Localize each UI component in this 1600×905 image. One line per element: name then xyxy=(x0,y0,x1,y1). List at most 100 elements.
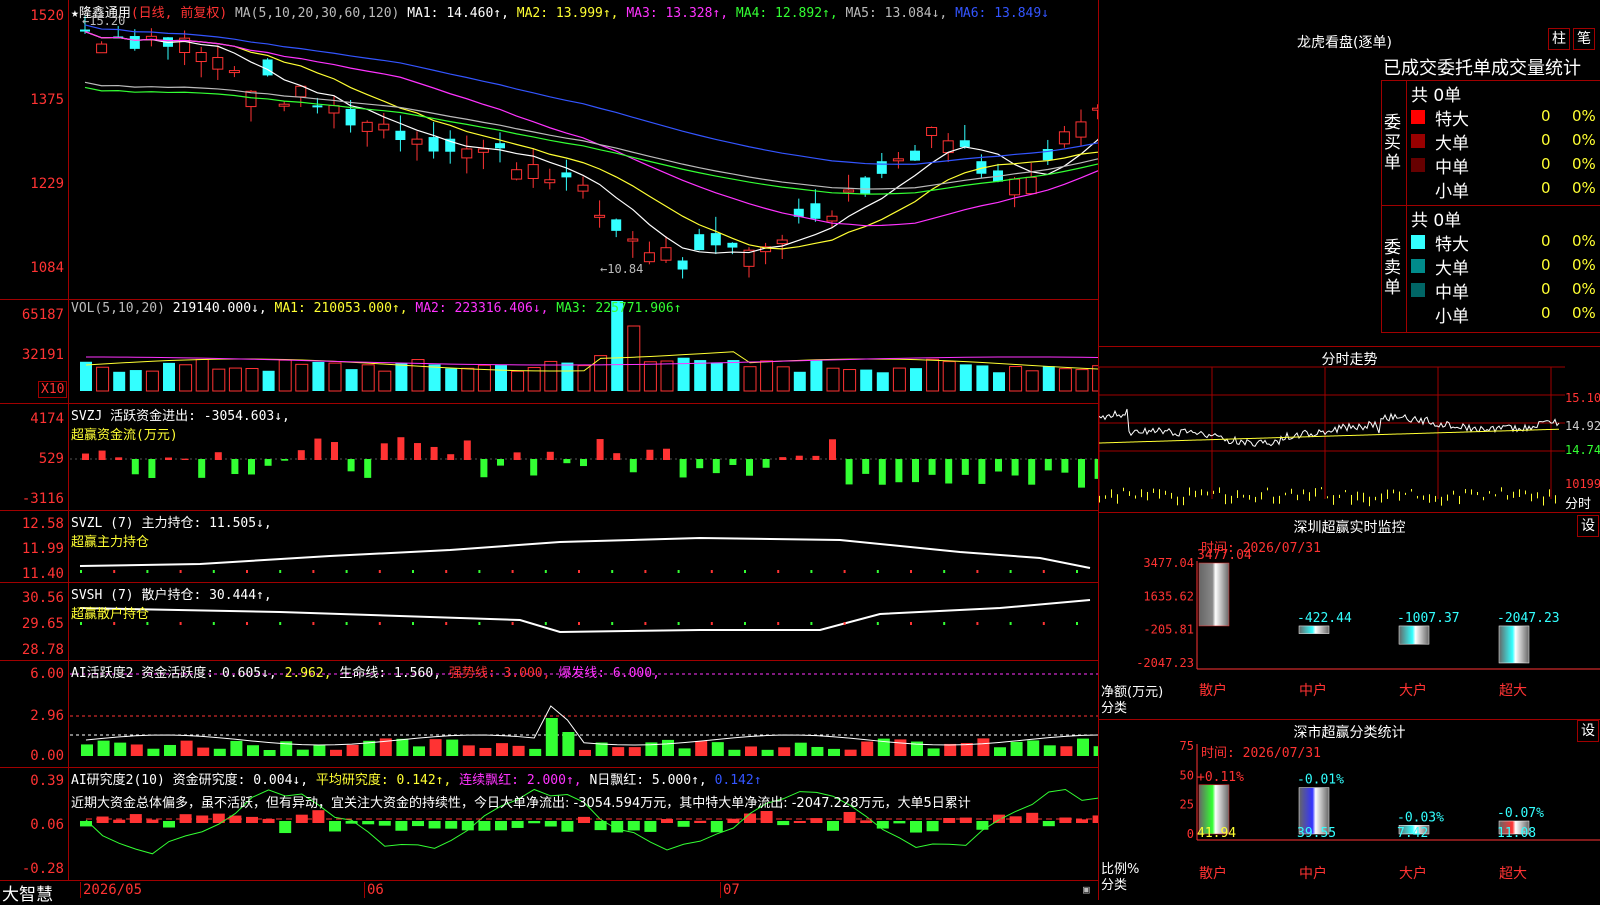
candle-body xyxy=(1025,176,1037,195)
intraday-vol-tick xyxy=(1477,491,1478,496)
research-bar xyxy=(478,821,491,831)
volume-bar xyxy=(345,369,358,391)
candle-body xyxy=(694,234,705,251)
intraday-vol-tick xyxy=(1525,490,1526,495)
holding-tick xyxy=(412,570,414,573)
activity-bar xyxy=(263,749,276,756)
retail-holding-panel[interactable]: 30.56 29.65 28.78 SVSH (7) 散户持仓: 30.444↑… xyxy=(0,582,1098,661)
holding-tick xyxy=(279,622,282,625)
flow-bar xyxy=(198,459,206,478)
research-bar xyxy=(544,821,557,827)
candlestick-chart[interactable] xyxy=(0,0,1098,299)
volume-bar xyxy=(860,369,873,391)
intraday-vol-tick xyxy=(1321,487,1322,490)
sell-row: 大单 0 0% xyxy=(1407,254,1600,279)
intraday-vol-tick xyxy=(1219,487,1220,493)
lock-icon[interactable]: ▣ xyxy=(1083,883,1090,896)
ma-line-ma3 xyxy=(84,31,1098,227)
flow-bar xyxy=(779,457,787,460)
longhu-tabs[interactable]: 已成交委托单成交量统计 xyxy=(1383,54,1600,80)
intraday-vol-tick xyxy=(1507,495,1508,500)
sz-stats-panel[interactable]: 深市超赢分类统计 设 时间: 2026/07/31 75 50 25 0 +0.11% 4… xyxy=(1099,720,1600,900)
ai-research-panel[interactable]: 0.39 0.06 -0.28 AI研究度2(10) 资金研究度: 0.004↓… xyxy=(0,767,1098,881)
intraday-vol-tick xyxy=(1291,488,1292,494)
research-bar xyxy=(760,811,773,823)
volume-panel[interactable]: 65187 32191 X10 VOL(5,10,20) 219140.000↓… xyxy=(0,299,1098,404)
candle-body xyxy=(527,164,539,179)
sz-net-bar-chart[interactable]: 3477.04 1635.62 -205.81 -2047.23 3477.04 散户 -4… xyxy=(1099,513,1600,719)
sz-ratio-bar-chart[interactable]: 75 50 25 0 +0.11% 41.94 散户 -0.01% 39.55 中户 -0.03%7… xyxy=(1099,720,1600,900)
research-bar xyxy=(777,821,790,826)
research-bar xyxy=(976,821,989,830)
y-tick-label: 25 xyxy=(1180,798,1194,812)
fund-flow-panel[interactable]: 4174 529 -3116 SVZJ 活跃资金进出: -3054.603↓, … xyxy=(0,403,1098,511)
intraday-vol-tick xyxy=(1501,487,1502,492)
candle-body xyxy=(1058,131,1070,145)
sz-monitor-panel[interactable]: 深圳超赢实时监控 设 时间: 2026/07/31 3477.04 1635.62… xyxy=(1099,513,1600,720)
intraday-vol-tick xyxy=(1453,490,1454,495)
flow-bar xyxy=(646,449,654,460)
pen-mode-button[interactable]: 笔 xyxy=(1573,28,1595,50)
candle-body xyxy=(395,130,406,141)
volume-bar xyxy=(278,359,292,392)
intraday-vol-tick xyxy=(1339,494,1340,499)
intraday-chart[interactable] xyxy=(1099,347,1600,512)
intraday-vol-tick xyxy=(1285,492,1286,496)
candle-body xyxy=(1009,178,1021,196)
candle-body xyxy=(461,148,473,159)
price-panel[interactable]: 1520 1375 1229 1084 ★隆鑫通用(日线, 前复权) MA(5,… xyxy=(0,0,1098,300)
buy-order-label: 委买单 xyxy=(1384,113,1401,173)
holding-tick xyxy=(710,570,713,573)
research-bar xyxy=(312,810,325,823)
ma-line-ma5 xyxy=(84,81,1098,190)
sell-order-box: 委卖单 共 0单 特大 0 0% 大单 0 0% 中单 0 0% 小单 0 0% xyxy=(1381,205,1600,333)
flow-bar xyxy=(912,459,919,483)
bar-value-label: 3477.04 xyxy=(1197,548,1252,563)
candle-body xyxy=(627,238,639,242)
volume-bar xyxy=(959,364,972,391)
holding-tick xyxy=(976,622,979,625)
candle-body xyxy=(577,184,589,192)
intraday-vol-tick xyxy=(1465,489,1466,494)
candle-body xyxy=(312,105,323,108)
holding-tick xyxy=(478,570,481,573)
activity-bar xyxy=(927,748,940,756)
volume-bar xyxy=(926,358,940,392)
intraday-panel[interactable]: 分时走势 15.10 14.92 14.74 10199 分时 xyxy=(1099,347,1600,513)
activity-bar xyxy=(529,748,542,756)
ai-activity-title: AI活跃度2 资金活跃度: 0.605↓, 2.962, 生命线: 1.560,… xyxy=(71,662,660,681)
intraday-vol-tick xyxy=(1255,496,1256,503)
holding-tick xyxy=(80,570,82,573)
candle-body xyxy=(411,138,423,145)
flow-bar xyxy=(380,443,388,460)
volume-bar xyxy=(710,362,723,391)
intraday-vol-tick xyxy=(1183,496,1184,506)
flow-bar xyxy=(463,440,471,460)
activity-bar xyxy=(844,749,857,756)
flow-bar xyxy=(928,459,936,475)
ai-activity-v2: 2.962, xyxy=(284,666,332,681)
main-holding-panel[interactable]: 12.58 11.99 11.40 SVZL (7) 主力持仓: 11.505↓… xyxy=(0,510,1098,583)
research-bar xyxy=(1042,821,1055,827)
volume-bar xyxy=(295,363,309,392)
flow-bar xyxy=(712,459,720,474)
flow-bar xyxy=(264,459,272,466)
activity-bar xyxy=(479,747,492,756)
research-bar xyxy=(843,811,856,823)
candle-body xyxy=(195,52,207,63)
holding-tick xyxy=(843,622,846,625)
holding-tick xyxy=(412,622,414,625)
activity-bar xyxy=(97,740,110,756)
volume-bar xyxy=(826,367,840,392)
intraday-vol-tick xyxy=(1483,496,1484,501)
longhu-panel: 龙虎看盘(逐单) 柱 笔 已成交委托单成交量统计 委买单 共 0单 特大 0 0% … xyxy=(1099,0,1600,347)
holding-tick xyxy=(345,622,348,625)
period-label[interactable]: (日线, 前复权) xyxy=(131,6,227,21)
intraday-vol-tick xyxy=(1207,491,1208,496)
bar-mode-button[interactable]: 柱 xyxy=(1548,28,1570,50)
flow-bar xyxy=(762,459,770,468)
ai-activity-panel[interactable]: 6.00 2.96 0.00 AI活跃度2 资金活跃度: 0.605↓, 2.9… xyxy=(0,660,1098,768)
intraday-y-label: 14.74 xyxy=(1565,443,1600,457)
holding-tick xyxy=(478,622,481,625)
favorite-star-icon[interactable]: ★ xyxy=(71,6,79,21)
